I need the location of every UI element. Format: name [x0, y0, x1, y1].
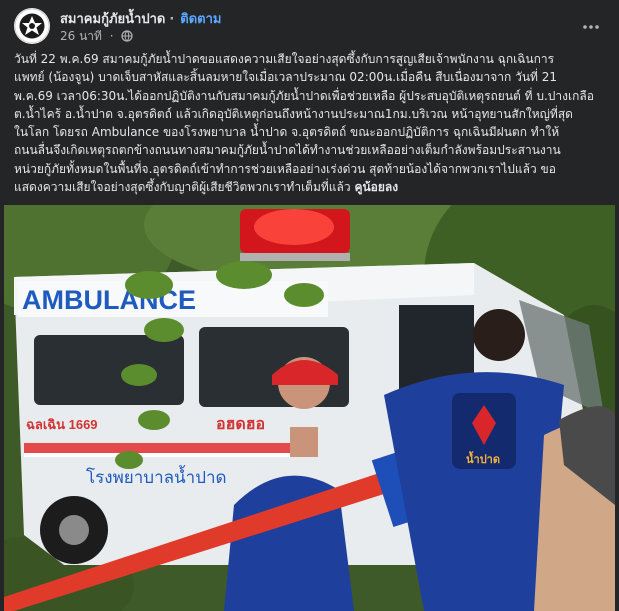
post-text-line: แสดงความเสียใจอย่างสุดซึ้งกับญาติผู้เสีย… [14, 180, 351, 195]
page-name-row: สมาคมกู้ภัยน้ำปาด · ติดตาม [60, 8, 221, 29]
hospital-text: โรงพยาบาลน้ำปาด [86, 465, 227, 487]
meta-separator: · [109, 29, 114, 43]
unit-code-text: ฉลเฉิน 1669 [26, 417, 98, 432]
post-timestamp[interactable]: 26 นาที [60, 29, 102, 43]
page-name[interactable]: สมาคมกู้ภัยน้ำปาด [60, 12, 165, 27]
post-text-line: หน่วยกู้ภัยทั้งหมดในพื้นที่จ.อุตรดิตถ์เข… [14, 161, 556, 176]
post-text-line: ต.น้ำไคร้ อ.น้ำปาด จ.อุตรดิตถ์ แล้วเกิดอ… [14, 106, 573, 121]
post-text-line: วันที่ 22 พ.ค.69 สมาคมกู้ภัยน้ำปาดขอแสดง… [14, 52, 555, 66]
post-signature: คูน้อยลง [354, 180, 399, 195]
post-text-line: พ.ค.69 เวลา06:30น.ได้ออกปฏิบัติงานกับสมา… [14, 88, 594, 103]
post-meta: 26 นาที · [60, 27, 134, 46]
page-avatar[interactable] [14, 8, 50, 44]
post-photo[interactable]: AMBULANCE ฉลเฉิน 1669 อฮดฮอ โรงพยาบาลน้ำ… [4, 205, 615, 611]
more-horizontal-icon [582, 15, 600, 34]
separator-dot: · [169, 12, 175, 27]
red-label-text: อฮดฮอ [216, 416, 265, 433]
post-text-line: ในโลก โดยรถ Ambulance ของโรงพยาบาล น้ำปา… [14, 125, 560, 140]
facebook-post: สมาคมกู้ภัยน้ำปาด · ติดตาม 26 นาที · วัน… [0, 0, 619, 611]
more-options-button[interactable] [577, 10, 605, 38]
post-header: สมาคมกู้ภัยน้ำปาด · ติดตาม 26 นาที · [14, 6, 605, 46]
post-text-line: แพทย์ (น้องจูน) บาดเจ็บสาหัสและสิ้นลมหาย… [14, 70, 558, 85]
follow-button[interactable]: ติดตาม [180, 12, 221, 27]
post-text-line: ถนนลื่นจึงเกิดเหตุรถตกข้างถนนทางสมาคมกู้… [14, 143, 561, 158]
post-text-last-line: แสดงความเสียใจอย่างสุดซึ้งกับญาติผู้เสีย… [14, 178, 606, 196]
post-text: วันที่ 22 พ.ค.69 สมาคมกู้ภัยน้ำปาดขอแสดง… [14, 50, 606, 196]
rescuer-badge-text: น้ำปาด [466, 451, 500, 466]
globe-icon [121, 30, 134, 45]
